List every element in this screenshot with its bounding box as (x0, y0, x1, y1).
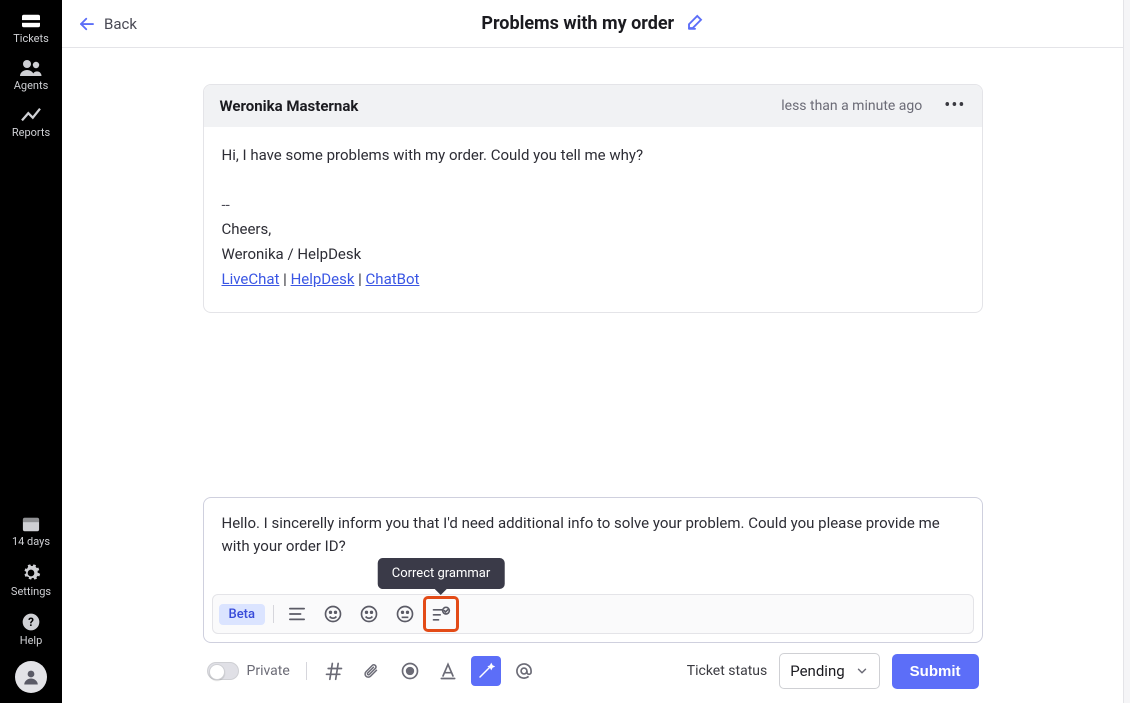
page-title: Problems with my order (481, 13, 674, 34)
svg-text:?: ? (28, 615, 34, 629)
nav-help[interactable]: ? Help (0, 604, 62, 653)
message-body: Hi, I have some problems with my order. … (204, 127, 982, 312)
agents-icon (19, 59, 43, 77)
message-text: Hi, I have some problems with my order. … (222, 143, 964, 168)
reply-textarea[interactable]: Hello. I sincerelly inform you that I'd … (204, 498, 982, 595)
mention-button[interactable] (509, 656, 539, 686)
nav-settings[interactable]: Settings (0, 555, 62, 604)
reply-composer: Hello. I sincerelly inform you that I'd … (203, 497, 983, 644)
ticket-status-label: Ticket status (687, 663, 767, 679)
nav-label: Help (0, 634, 62, 647)
private-toggle[interactable] (207, 662, 239, 680)
list-lines-icon (288, 606, 306, 622)
nav-label: Tickets (0, 32, 62, 45)
ai-toolbar: Beta Correct grammar (212, 594, 974, 634)
app-sidebar: Tickets Agents Reports 14 days Settings … (0, 0, 62, 703)
hashtag-icon (324, 661, 344, 681)
ai-tone-formal-button[interactable] (390, 599, 420, 629)
neutral-face-icon (395, 604, 415, 624)
ticket-status-select[interactable]: Pending (779, 653, 879, 689)
submit-button[interactable]: Submit (892, 654, 979, 689)
nav-label: Reports (0, 126, 62, 139)
message-card: Weronika Masternak less than a minute ag… (203, 84, 983, 313)
signature-name: Weronika / HelpDesk (222, 242, 964, 267)
nav-label: Agents (0, 79, 62, 92)
at-icon (514, 661, 534, 681)
nav-reports[interactable]: Reports (0, 98, 62, 145)
signature-divider: -- (222, 193, 964, 218)
ai-correct-grammar-button[interactable]: Correct grammar (426, 599, 456, 629)
person-icon (22, 668, 40, 686)
right-panel-collapsed (1124, 0, 1130, 703)
arrow-left-icon (78, 15, 96, 33)
ai-enhance-button[interactable] (471, 656, 501, 686)
link-helpdesk[interactable]: HelpDesk (291, 270, 355, 288)
text-format-button[interactable] (433, 656, 463, 686)
signature-cheers: Cheers, (222, 217, 964, 242)
magic-wand-icon (477, 662, 495, 680)
message-author: Weronika Masternak (220, 97, 359, 115)
nav-label: 14 days (0, 535, 62, 548)
record-button[interactable] (395, 656, 425, 686)
smile-icon (323, 604, 343, 624)
nav-trial[interactable]: 14 days (0, 507, 62, 554)
nav-tickets[interactable]: Tickets (0, 4, 62, 51)
record-icon (400, 661, 420, 681)
smile-icon (359, 604, 379, 624)
topbar: Back Problems with my order (62, 0, 1123, 48)
message-timestamp: less than a minute ago (781, 98, 922, 114)
gear-icon (21, 563, 41, 583)
link-separator: | (279, 270, 290, 288)
composer-actions: Private (203, 643, 983, 695)
attach-file-button[interactable] (357, 656, 387, 686)
private-label: Private (247, 663, 290, 679)
help-icon: ? (21, 612, 41, 632)
paperclip-icon (363, 661, 381, 681)
tickets-icon (20, 12, 42, 30)
ai-summarize-button[interactable] (282, 599, 312, 629)
calendar-icon (21, 515, 41, 533)
insert-canned-button[interactable] (319, 656, 349, 686)
main-panel: Back Problems with my order Weronika Mas… (62, 0, 1124, 703)
link-livechat[interactable]: LiveChat (222, 270, 280, 288)
pencil-icon (686, 13, 704, 31)
message-header: Weronika Masternak less than a minute ag… (204, 85, 982, 127)
ai-tone-happy-button[interactable] (318, 599, 348, 629)
status-value: Pending (790, 662, 844, 680)
nav-agents[interactable]: Agents (0, 51, 62, 98)
back-label: Back (104, 15, 137, 33)
beta-chip: Beta (219, 604, 266, 625)
chevron-down-icon (855, 664, 869, 678)
ai-tone-neutral-button[interactable] (354, 599, 384, 629)
edit-title-button[interactable] (686, 13, 704, 35)
font-icon (438, 661, 458, 681)
ticket-content: Weronika Masternak less than a minute ag… (62, 48, 1123, 703)
reports-icon (20, 106, 42, 124)
grammar-check-icon (431, 605, 451, 623)
nav-label: Settings (0, 585, 62, 598)
message-menu-button[interactable]: ••• (944, 97, 965, 115)
link-separator: | (354, 270, 365, 288)
avatar[interactable] (15, 661, 47, 693)
back-button[interactable]: Back (78, 15, 137, 33)
link-chatbot[interactable]: ChatBot (366, 270, 420, 288)
